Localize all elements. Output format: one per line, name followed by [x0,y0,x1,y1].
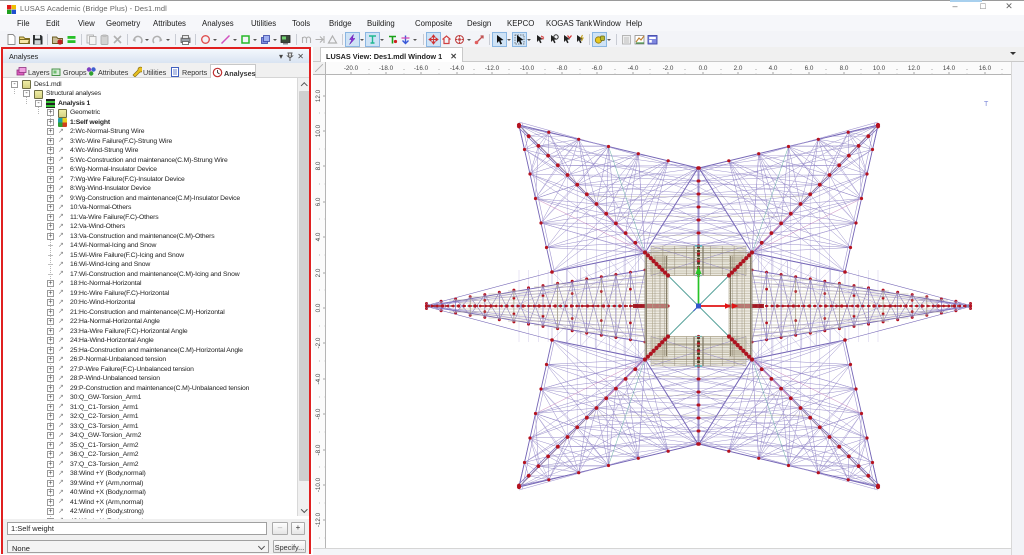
svg-text:.: . [720,65,722,72]
svg-text:-6.0: -6.0 [315,408,322,419]
svg-text:.: . [896,65,898,72]
svg-text:.: . [315,254,322,256]
svg-text:.: . [473,65,475,72]
svg-text:-20.0: -20.0 [344,65,359,72]
svg-text:.: . [315,537,322,539]
svg-text:.: . [315,360,322,362]
svg-text:.: . [315,396,322,398]
svg-text:-14.0: -14.0 [450,65,465,72]
svg-text:.: . [315,502,322,504]
svg-text:6.0: 6.0 [315,197,322,206]
svg-text:.: . [790,65,792,72]
svg-text:.: . [860,65,862,72]
svg-text:.: . [1001,65,1003,72]
svg-text:.: . [508,65,510,72]
svg-text:.: . [825,65,827,72]
svg-text:-18.0: -18.0 [379,65,394,72]
svg-text:.: . [315,148,322,150]
svg-text:4.0: 4.0 [769,65,778,72]
svg-text:.: . [315,112,322,114]
svg-text:.: . [544,65,546,72]
svg-text:.: . [438,65,440,72]
svg-text:.: . [614,65,616,72]
svg-text:.: . [755,65,757,72]
svg-text:.: . [649,65,651,72]
svg-text:12.0: 12.0 [315,89,322,102]
svg-text:.: . [368,65,370,72]
svg-text:T: T [984,101,989,108]
svg-text:.: . [931,65,933,72]
svg-text:10.0: 10.0 [315,124,322,137]
svg-text:-10.0: -10.0 [520,65,535,72]
svg-text:14.0: 14.0 [943,65,956,72]
svg-text:16.0: 16.0 [979,65,992,72]
svg-text:-2.0: -2.0 [315,337,322,348]
svg-text:.: . [684,65,686,72]
svg-text:8.0: 8.0 [315,161,322,170]
svg-text:.: . [403,65,405,72]
svg-text:-6.0: -6.0 [592,65,603,72]
svg-text:-2.0: -2.0 [663,65,674,72]
svg-text:-10.0: -10.0 [315,477,322,492]
svg-text:-4.0: -4.0 [315,373,322,384]
svg-text:.: . [315,218,322,220]
svg-text:8.0: 8.0 [840,65,849,72]
svg-text:0.0: 0.0 [315,303,322,312]
svg-text:.: . [315,183,322,185]
svg-text:-12.0: -12.0 [315,512,322,527]
svg-text:-12.0: -12.0 [485,65,500,72]
svg-text:.: . [315,289,322,291]
svg-text:-8.0: -8.0 [315,444,322,455]
svg-text:-16.0: -16.0 [414,65,429,72]
svg-text:.: . [966,65,968,72]
svg-text:.: . [579,65,581,72]
svg-text:4.0: 4.0 [315,232,322,241]
svg-text:.: . [315,431,322,433]
svg-text:2.0: 2.0 [315,268,322,277]
svg-text:.: . [315,466,322,468]
svg-text:.: . [315,325,322,327]
svg-text:10.0: 10.0 [873,65,886,72]
svg-text:2.0: 2.0 [734,65,743,72]
svg-text:12.0: 12.0 [908,65,921,72]
svg-text:6.0: 6.0 [805,65,814,72]
svg-text:-8.0: -8.0 [557,65,568,72]
svg-text:0.0: 0.0 [699,65,708,72]
svg-text:-4.0: -4.0 [628,65,639,72]
